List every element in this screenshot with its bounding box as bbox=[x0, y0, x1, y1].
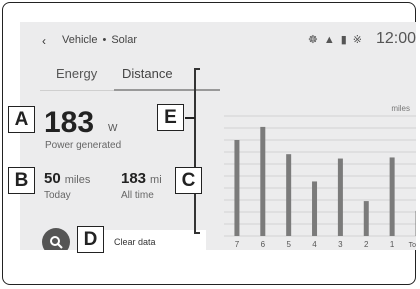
callout-c: C bbox=[175, 167, 202, 194]
power-label: Power generated bbox=[45, 140, 122, 151]
chevron-left-icon[interactable]: ‹ bbox=[42, 34, 46, 48]
x-tick-label: 2 bbox=[364, 240, 369, 249]
callout-b: B bbox=[8, 167, 35, 194]
callout-e: E bbox=[157, 104, 184, 131]
today-unit: miles bbox=[64, 174, 91, 186]
bar-6 bbox=[260, 126, 266, 236]
callout-e-bracket-top bbox=[194, 68, 200, 70]
search-icon bbox=[50, 236, 63, 249]
bar-3 bbox=[337, 158, 343, 236]
x-tick-label: 4 bbox=[312, 240, 317, 249]
tab-energy[interactable]: Energy bbox=[56, 66, 97, 81]
signal-bars-icon: ▮ bbox=[340, 34, 353, 46]
bar-2 bbox=[363, 201, 369, 236]
bar-7 bbox=[234, 140, 240, 236]
all-time-unit: mi bbox=[150, 174, 162, 186]
callout-d: D bbox=[77, 226, 104, 253]
all-time-label: All time bbox=[121, 190, 154, 201]
search-button[interactable] bbox=[42, 228, 70, 250]
passenger-icon: ▲ bbox=[323, 34, 341, 46]
breadcrumb-parent[interactable]: Vehicle bbox=[62, 34, 97, 46]
clock: 12:00 bbox=[375, 30, 416, 47]
today-label: Today bbox=[44, 190, 71, 201]
callout-e-bracket-bottom bbox=[194, 232, 200, 234]
status-icons: ☸▲▮※ bbox=[308, 33, 368, 46]
all-time-distance: 183 mi All time bbox=[121, 170, 162, 201]
callout-e-leader bbox=[185, 117, 195, 119]
bar-5 bbox=[286, 154, 292, 236]
today-distance: 50 miles Today bbox=[44, 170, 90, 201]
callout-e-bracket bbox=[194, 68, 196, 234]
x-tick-label: 6 bbox=[261, 240, 266, 249]
solar-screen: ‹ Vehicle • Solar ☸▲▮※ 12:00 Energy Distan… bbox=[20, 22, 416, 250]
bar-today bbox=[415, 210, 416, 236]
x-tick-label: Today bbox=[409, 242, 416, 249]
callout-a: A bbox=[8, 106, 35, 133]
today-value: 50 bbox=[44, 170, 61, 187]
x-tick-label: 5 bbox=[286, 240, 291, 249]
power-value: 183 bbox=[44, 106, 95, 139]
bluetooth-icon: ※ bbox=[352, 34, 368, 46]
breadcrumb: Vehicle • Solar bbox=[62, 34, 137, 46]
x-tick-label: 1 bbox=[390, 240, 395, 249]
breadcrumb-current: Solar bbox=[111, 34, 138, 46]
tab-selected-indicator bbox=[114, 89, 220, 91]
bar-4 bbox=[312, 181, 318, 236]
x-tick-label: 3 bbox=[338, 240, 343, 249]
breadcrumb-separator: • bbox=[102, 34, 107, 46]
all-time-value: 183 bbox=[121, 170, 147, 187]
power-unit: W bbox=[108, 123, 118, 134]
bar-1 bbox=[389, 157, 395, 236]
distance-bar-chart: 7 6 5 4 3 2 1 Today bbox=[224, 115, 416, 249]
x-tick-label: 7 bbox=[235, 240, 240, 249]
status-bar: ‹ Vehicle • Solar ☸▲▮※ 12:00 bbox=[20, 30, 416, 50]
tab-distance[interactable]: Distance bbox=[122, 66, 173, 81]
steering-wheel-icon: ☸ bbox=[307, 34, 324, 46]
